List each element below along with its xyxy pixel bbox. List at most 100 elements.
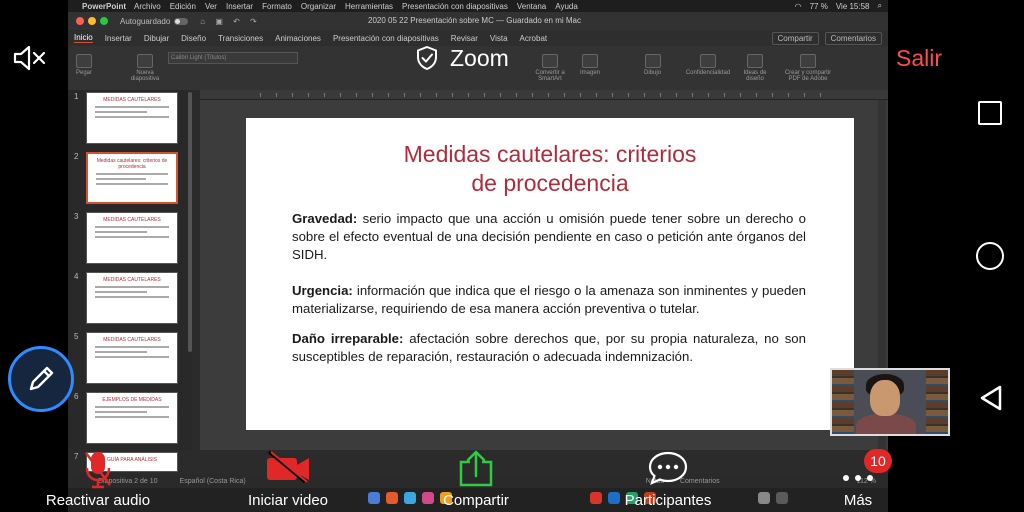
thumb-line [95, 351, 147, 353]
thumb-line [95, 356, 169, 358]
draw-label: Dibujo [644, 70, 662, 76]
zoom-meeting-screen: PowerPoint Archivo Edición Ver Insertar … [0, 0, 1024, 512]
text-urgencia: información que indica que el riesgo o l… [292, 283, 806, 316]
menu-organizar[interactable]: Organizar [301, 2, 336, 11]
thumbnails-scrollbar[interactable] [188, 92, 192, 352]
slide-thumbnail-1[interactable]: MEDIDAS CAUTELARES [86, 92, 178, 144]
design-ideas-button[interactable]: Ideas de diseño [740, 54, 770, 82]
slide-title-line-1: Medidas cautelares: criterios [403, 141, 697, 167]
new-slide-button[interactable]: Nueva diapositiva [126, 54, 164, 82]
participants-button[interactable]: Participantes [618, 442, 718, 512]
search-icon[interactable]: ⌕ [878, 1, 882, 11]
draw-button[interactable]: Dibujo [644, 54, 661, 76]
minimize-window-icon[interactable] [88, 17, 96, 25]
slide-thumbnail-2[interactable]: Medidas cautelares: criterios de procede… [86, 152, 178, 204]
slide-thumbnails-panel: 1 MEDIDAS CAUTELARES 2 Medidas cautelare… [68, 90, 192, 472]
text-gravedad: serio impacto que una acción u omisión p… [292, 211, 806, 262]
maximize-window-icon[interactable] [100, 17, 108, 25]
start-video-label: Iniciar video [247, 492, 329, 509]
unmute-audio-button[interactable]: Reactivar audio [40, 442, 156, 512]
tab-presentacion[interactable]: Presentación con diapositivas [333, 34, 439, 43]
paste-button[interactable]: Pegar [76, 54, 92, 76]
tab-transiciones[interactable]: Transiciones [218, 34, 263, 43]
thumb-line [96, 178, 146, 180]
wifi-icon[interactable]: ◠ [795, 2, 802, 11]
thumb-line [95, 406, 169, 408]
back-triangle-icon [980, 385, 1002, 411]
tab-revisar[interactable]: Revisar [451, 34, 478, 43]
menu-app-name[interactable]: PowerPoint [82, 2, 126, 11]
horizontal-ruler [200, 90, 888, 100]
confidentiality-button[interactable]: Confidencialidad [680, 54, 736, 76]
term-gravedad: Gravedad: [292, 211, 358, 226]
autosave-toggle[interactable] [174, 17, 189, 25]
menu-ventana[interactable]: Ventana [517, 2, 546, 11]
start-video-button[interactable]: Iniciar video [240, 442, 336, 512]
term-dano: Daño irreparable: [292, 331, 404, 346]
menu-herramientas[interactable]: Herramientas [345, 2, 393, 11]
tab-inicio[interactable]: Inicio [74, 33, 93, 43]
thumb-title: EJEMPLOS DE MEDIDAS [102, 397, 162, 403]
speaker-toggle-button[interactable] [12, 44, 48, 72]
tab-diseno[interactable]: Diseño [181, 34, 206, 43]
menu-ayuda[interactable]: Ayuda [555, 2, 578, 11]
participant-video-tile[interactable] [830, 368, 950, 436]
tab-vista[interactable]: Vista [490, 34, 508, 43]
font-selector[interactable]: Calibri Light (Títulos) [168, 52, 298, 64]
image-label: Imagen [580, 70, 601, 76]
document-title: 2020 05 22 Presentación sobre MC — Guard… [368, 16, 582, 25]
menu-edicion[interactable]: Edición [170, 2, 196, 11]
thumb-line [95, 111, 147, 113]
thumb-line [95, 231, 147, 233]
video-background-shelf [832, 370, 854, 434]
tab-dibujar[interactable]: Dibujar [144, 34, 169, 43]
paste-label: Pegar [76, 70, 93, 76]
create-pdf-button[interactable]: Crear y compartir PDF de Adobe [780, 54, 836, 82]
slide-thumbnail-6[interactable]: EJEMPLOS DE MEDIDAS [86, 392, 178, 444]
thumb-line [95, 296, 169, 298]
menu-formato[interactable]: Formato [262, 2, 292, 11]
thumb-title: MEDIDAS CAUTELARES [103, 337, 161, 343]
paragraph-dano-irreparable: Daño irreparable: afectación sobre derec… [292, 330, 806, 366]
slide-thumbnail-5[interactable]: MEDIDAS CAUTELARES [86, 332, 178, 384]
image-button[interactable]: Imagen [580, 54, 600, 76]
thumb-title: MEDIDAS CAUTELARES [103, 277, 161, 283]
exit-meeting-button[interactable]: Salir [896, 45, 942, 72]
quick-access-icons[interactable]: ⌂ ▣ ↶ ↷ [200, 17, 260, 26]
video-background-shelf [926, 370, 948, 434]
tab-animaciones[interactable]: Animaciones [275, 34, 321, 43]
current-slide[interactable]: Medidas cautelares: criterios de procede… [246, 118, 854, 430]
annotate-button[interactable] [8, 346, 74, 412]
slide-thumbnail-4[interactable]: MEDIDAS CAUTELARES [86, 272, 178, 324]
speaker-muted-icon [13, 45, 46, 71]
meeting-title-text: Zoom [450, 44, 509, 71]
smartart-button[interactable]: Convertir a SmartArt [528, 54, 572, 82]
ppt-share-button[interactable]: Compartir [771, 31, 819, 45]
tab-insertar[interactable]: Insertar [105, 34, 132, 43]
mac-menu-bar: PowerPoint Archivo Edición Ver Insertar … [68, 0, 888, 12]
menu-presentacion[interactable]: Presentación con diapositivas [402, 2, 508, 11]
participant-body [856, 414, 916, 434]
thumb-line [95, 116, 169, 118]
thumb-number: 4 [74, 272, 79, 281]
android-back-button[interactable] [978, 384, 1004, 412]
share-screen-button[interactable]: Compartir [436, 442, 516, 512]
paragraph-gravedad: Gravedad: serio impacto que una acción u… [292, 210, 806, 264]
thumb-line [95, 236, 169, 238]
battery-level: 77 % [809, 1, 828, 11]
tab-acrobat[interactable]: Acrobat [520, 34, 548, 43]
slide-thumbnail-3[interactable]: MEDIDAS CAUTELARES [86, 212, 178, 264]
thumb-line [95, 411, 147, 413]
close-window-icon[interactable] [76, 17, 84, 25]
share-upload-icon [459, 450, 493, 487]
menu-ver[interactable]: Ver [205, 2, 217, 11]
design-ideas-label: Ideas de diseño [743, 70, 767, 82]
ppt-comments-button[interactable]: Comentarios [824, 31, 882, 45]
smartart-label: Convertir a SmartArt [535, 70, 565, 82]
menu-archivo[interactable]: Archivo [134, 2, 161, 11]
android-recents-button[interactable] [978, 101, 1002, 125]
menu-insertar[interactable]: Insertar [226, 2, 253, 11]
meeting-title[interactable]: Zoom [416, 44, 509, 72]
pencil-icon [29, 366, 54, 391]
android-home-button[interactable] [976, 242, 1004, 270]
